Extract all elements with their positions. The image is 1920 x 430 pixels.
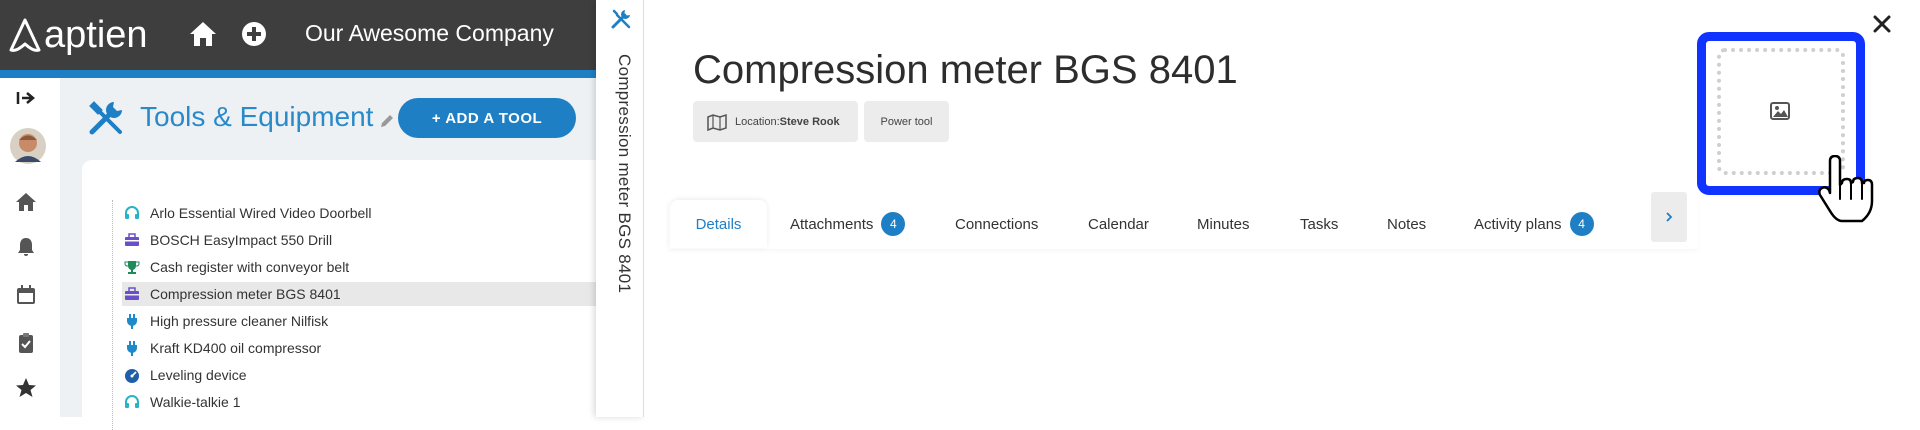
tab-attachments[interactable]: Attachments 4: [790, 200, 906, 248]
count-badge: 4: [881, 212, 906, 236]
list-item[interactable]: High pressure cleaner Nilfisk: [122, 309, 596, 333]
toolbox-icon: [125, 287, 139, 300]
app-logo[interactable]: aptien: [8, 14, 148, 57]
logo-mark-icon: [9, 18, 41, 52]
tabs-next-button[interactable]: [1651, 192, 1687, 242]
tab-notes[interactable]: Notes: [1387, 200, 1426, 248]
detail-title: Compression meter BGS 8401: [693, 48, 1238, 92]
calendar-icon[interactable]: [14, 283, 38, 307]
clipboard-check-icon[interactable]: [14, 331, 38, 355]
plug-icon: [127, 341, 137, 356]
sidebar: [0, 78, 60, 417]
company-name[interactable]: Our Awesome Company: [305, 20, 554, 47]
image-icon: [1770, 102, 1790, 120]
collapse-arrow-icon[interactable]: [14, 86, 38, 110]
list-item[interactable]: Cash register with conveyor belt: [122, 255, 596, 279]
list-item[interactable]: Kraft KD400 oil compressor: [122, 336, 596, 360]
plug-icon: [127, 314, 137, 329]
top-bar-stripe: [0, 70, 596, 78]
home-icon[interactable]: [188, 20, 218, 48]
gauge-icon: [125, 369, 139, 383]
trophy-icon: [124, 261, 140, 274]
location-value: Steve Rook: [779, 115, 840, 128]
location-chip[interactable]: Location: Steve Rook: [693, 101, 858, 142]
list-item-selected[interactable]: Compression meter BGS 8401: [122, 282, 596, 306]
edit-pencil-icon[interactable]: [378, 112, 396, 130]
count-badge: 4: [1569, 212, 1594, 236]
page-title: Tools & Equipment: [140, 101, 374, 132]
add-tool-button[interactable]: + ADD A TOOL: [398, 98, 576, 138]
list-item[interactable]: Leveling device: [122, 363, 596, 387]
list-item[interactable]: Walkie-talkie 1: [122, 390, 596, 414]
tool-list: Arlo Essential Wired Video Doorbell BOSC…: [82, 160, 596, 430]
tab-activity-plans[interactable]: Activity plans 4: [1474, 200, 1594, 248]
map-icon: [707, 113, 727, 131]
tab-calendar[interactable]: Calendar: [1088, 200, 1149, 248]
tree-line: [112, 200, 113, 430]
tab-tasks[interactable]: Tasks: [1300, 200, 1338, 248]
list-item[interactable]: BOSCH EasyImpact 550 Drill: [122, 228, 596, 252]
collapsed-panel-title: Compression meter BGS 8401: [615, 54, 634, 294]
avatar[interactable]: [10, 128, 46, 164]
add-circle-icon[interactable]: [240, 20, 268, 48]
tab-connections[interactable]: Connections: [955, 200, 1038, 248]
list-item[interactable]: Arlo Essential Wired Video Doorbell: [122, 201, 596, 225]
hand-pointer-icon: [1818, 155, 1874, 223]
logo-text: aptien: [44, 14, 148, 56]
home-icon[interactable]: [14, 190, 38, 214]
headset-icon: [125, 395, 139, 408]
tab-minutes[interactable]: Minutes: [1197, 200, 1250, 248]
location-label: Location:: [735, 115, 780, 128]
star-icon[interactable]: [14, 376, 38, 400]
tab-details[interactable]: Details: [670, 200, 767, 248]
tools-icon: [611, 9, 631, 29]
tools-icon: [89, 101, 122, 135]
toolbox-icon: [125, 233, 139, 246]
bell-icon[interactable]: [14, 235, 38, 259]
close-icon[interactable]: [1870, 12, 1894, 36]
headset-icon: [125, 206, 139, 219]
chevron-right-icon: [1666, 212, 1673, 222]
type-chip[interactable]: Power tool: [864, 101, 949, 142]
